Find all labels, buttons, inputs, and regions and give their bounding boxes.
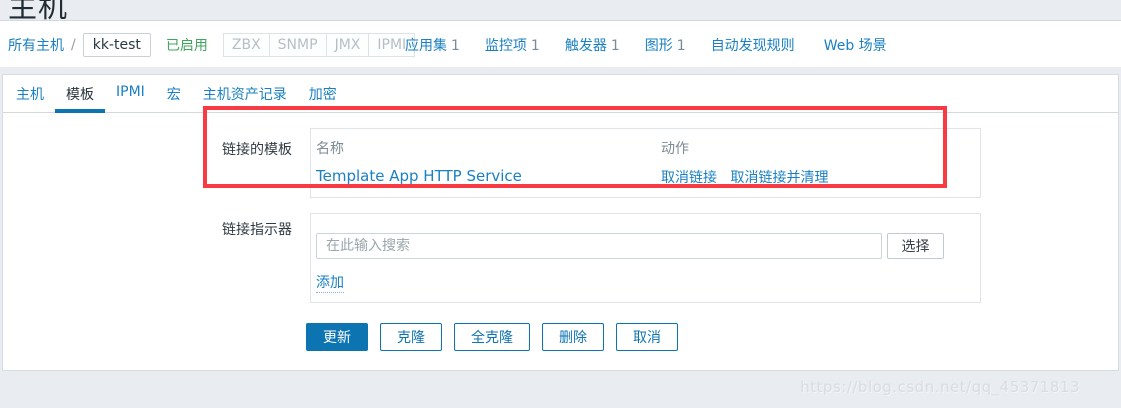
- link-indicator-label: 链接指示器: [222, 219, 292, 239]
- tab-encryption[interactable]: 加密: [298, 75, 348, 113]
- unlink-and-clear-action-link[interactable]: 取消链接并清理: [730, 170, 828, 187]
- host-status-badge: 已启用: [166, 35, 208, 55]
- linked-template-row: Template App HTTP Service 取消链接 取消链接并清理: [311, 158, 980, 185]
- tab-macros[interactable]: 宏: [156, 75, 192, 113]
- availability-badge-jmx: JMX: [326, 33, 370, 57]
- form-footer-buttons: 更新 克隆 全克隆 删除 取消: [306, 323, 678, 351]
- tab-templates[interactable]: 模板: [55, 75, 105, 113]
- breadcrumb-host-name[interactable]: kk-test: [83, 33, 151, 57]
- clone-button[interactable]: 克隆: [380, 323, 442, 351]
- tab-host-inventory[interactable]: 主机资产记录: [192, 75, 298, 113]
- nav-web-scenarios-link[interactable]: Web 场景: [824, 35, 891, 55]
- tab-ipmi[interactable]: IPMI: [105, 75, 156, 109]
- breadcrumb-separator: /: [71, 37, 76, 53]
- breadcrumb-all-hosts-link[interactable]: 所有主机: [8, 35, 64, 55]
- tab-host[interactable]: 主机: [5, 75, 55, 113]
- linked-templates-table: 名称 动作 Template App HTTP Service 取消链接 取消链…: [310, 128, 981, 198]
- nav-graphs-link[interactable]: 图形1: [645, 35, 686, 55]
- nav-discovery-rules-link[interactable]: 自动发现规则: [711, 35, 799, 55]
- availability-badge-snmp: SNMP: [269, 33, 327, 57]
- update-button[interactable]: 更新: [306, 323, 368, 351]
- link-indicator-box: 选择 添加: [310, 213, 981, 303]
- column-header-name: 名称: [316, 141, 344, 157]
- availability-badge-zbx: ZBX: [223, 33, 270, 57]
- nav-items-link[interactable]: 监控项1: [485, 35, 540, 55]
- nav-applications-link[interactable]: 应用集1: [405, 35, 460, 55]
- unlink-action-link[interactable]: 取消链接: [661, 170, 717, 187]
- graphs-count: 1: [677, 38, 686, 54]
- tab-bar: 主机 模板 IPMI 宏 主机资产记录 加密: [3, 75, 1118, 113]
- items-count: 1: [531, 38, 540, 54]
- template-name-link[interactable]: Template App HTTP Service: [316, 167, 522, 185]
- template-search-input[interactable]: [316, 233, 882, 259]
- column-header-action: 动作: [661, 138, 689, 158]
- watermark: https://blog.csdn.net/qq_45371813: [800, 378, 1080, 396]
- delete-button[interactable]: 删除: [542, 323, 604, 351]
- breadcrumb: 所有主机 / kk-test 已启用 ZBX SNMP JMX IPMI: [8, 21, 415, 68]
- linked-templates-label: 链接的模板: [222, 139, 292, 159]
- add-link[interactable]: 添加: [316, 272, 344, 293]
- cancel-button[interactable]: 取消: [616, 323, 678, 351]
- nav-triggers-link[interactable]: 触发器1: [565, 35, 620, 55]
- full-clone-button[interactable]: 全克隆: [454, 323, 530, 351]
- triggers-count: 1: [611, 38, 620, 54]
- page: 主机 所有主机 / kk-test 已启用 ZBX SNMP JMX IPMI …: [0, 0, 1121, 408]
- select-button[interactable]: 选择: [887, 233, 944, 259]
- template-actions: 取消链接 取消链接并清理: [661, 167, 837, 187]
- applications-count: 1: [451, 38, 460, 54]
- header-bar: 所有主机 / kk-test 已启用 ZBX SNMP JMX IPMI 应用集…: [0, 20, 1121, 67]
- availability-badges: ZBX SNMP JMX IPMI: [224, 33, 415, 57]
- linked-templates-header-row: 名称 动作: [311, 129, 980, 158]
- related-entities-nav: 应用集1 监控项1 触发器1 图形1 自动发现规则 Web 场景: [405, 21, 916, 68]
